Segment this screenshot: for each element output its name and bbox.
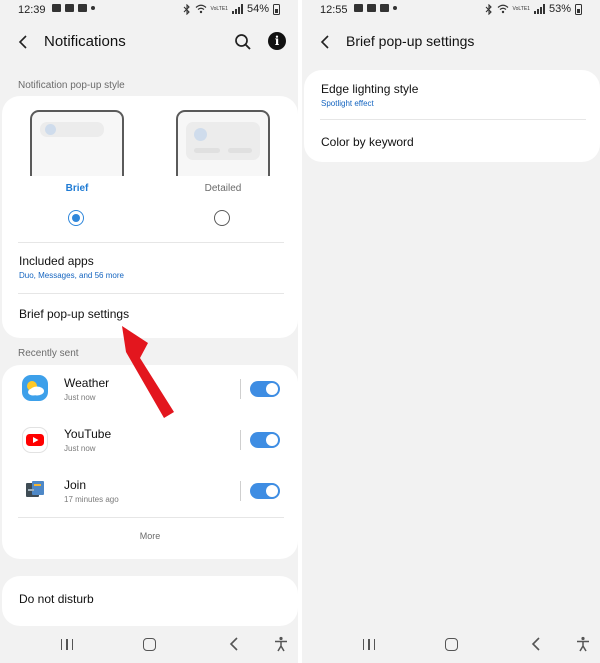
annotation-arrow: [122, 326, 174, 418]
